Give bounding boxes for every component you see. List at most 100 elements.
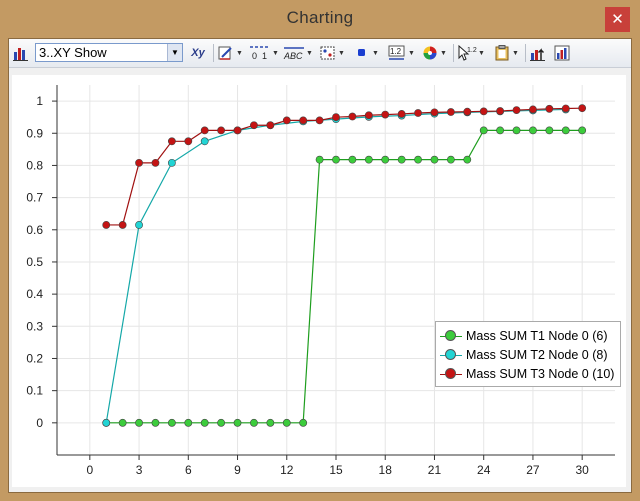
legend-item-series-2[interactable]: Mass SUM T2 Node 0 (8): [440, 345, 616, 364]
window-title: Charting: [286, 8, 354, 27]
chevron-down-icon[interactable]: ▼: [478, 50, 485, 57]
data-point: [151, 418, 160, 427]
data-point: [200, 126, 209, 135]
markers-button[interactable]: ▼: [319, 43, 345, 63]
data-point: [512, 106, 521, 114]
legend-label: Mass SUM T2 Node 0 (8): [466, 347, 608, 362]
chart-settings-button[interactable]: [553, 43, 571, 63]
data-point: [364, 155, 373, 164]
labels-button[interactable]: ABC ▼: [283, 43, 313, 63]
chart-legend[interactable]: Mass SUM T1 Node 0 (6) Mass SUM T2 Node …: [435, 321, 621, 387]
color-palette-button[interactable]: ▼: [421, 43, 447, 63]
data-point: [332, 155, 340, 164]
data-point: [184, 137, 193, 146]
y-tick-label: 1: [36, 94, 43, 108]
y-tick-label: 0.8: [26, 158, 43, 172]
data-point: [315, 116, 324, 125]
data-point: [200, 418, 209, 427]
point-style-button[interactable]: ▼: [353, 43, 379, 63]
data-point: [545, 126, 554, 135]
data-point: [561, 126, 570, 135]
y-tick-label: 0.7: [26, 191, 43, 205]
data-point: [381, 155, 390, 164]
data-point: [430, 108, 439, 117]
data-point: [561, 104, 570, 113]
xy-button[interactable]: Xy: [189, 43, 207, 63]
chevron-down-icon[interactable]: ▼: [372, 50, 379, 57]
chart-selector-dropdown[interactable]: 3..XY Show ▼: [35, 43, 183, 62]
markers-icon: [320, 46, 335, 60]
svg-text:0: 0: [252, 51, 257, 61]
x-tick-label: 21: [428, 463, 442, 477]
data-point: [250, 121, 258, 130]
chart-client-area: 3..XY Show ▼ Xy ▼ 0 1 ▼ ABC ▼ ▼ ▼ 1.2 ▼ …: [8, 38, 632, 493]
x-tick-label: 12: [280, 463, 294, 477]
data-point: [479, 107, 488, 116]
y-tick-label: 0.1: [26, 384, 43, 398]
x-tick-label: 3: [136, 463, 143, 477]
x-tick-label: 24: [477, 463, 491, 477]
y-tick-label: 0.9: [26, 126, 43, 140]
chart-settings-icon: [554, 45, 570, 61]
data-point: [348, 112, 357, 121]
toolbar-separator: [213, 44, 214, 62]
export-chart-icon: [530, 48, 545, 61]
chevron-down-icon[interactable]: ▼: [306, 50, 313, 57]
y-tick-label: 0.3: [26, 319, 43, 333]
clipboard-button[interactable]: ▼: [493, 43, 519, 63]
data-point: [250, 418, 258, 427]
data-point: [381, 110, 390, 119]
cursor-value-button[interactable]: 1.2 ▼: [457, 43, 485, 63]
axis-scale-icon: 0 1: [250, 46, 270, 61]
legend-item-series-3[interactable]: Mass SUM T3 Node 0 (10): [440, 364, 616, 383]
chevron-down-icon[interactable]: ▼: [272, 50, 279, 57]
chevron-down-icon[interactable]: ▼: [512, 50, 519, 57]
svg-text:1.2: 1.2: [390, 47, 402, 56]
data-point: [266, 121, 275, 130]
data-point: [282, 116, 291, 125]
data-point: [446, 155, 455, 164]
chevron-down-icon: ▼: [167, 44, 182, 61]
chart-plot-area[interactable]: 0 3 6 9 12 15 18 21 24 27 30 0 0.1 0.2 0.3 0.4 0.5 0.6 0.7…: [12, 75, 626, 487]
export-chart-button[interactable]: [529, 43, 547, 63]
data-point: [217, 418, 226, 427]
data-point: [414, 155, 422, 164]
data-point: [364, 111, 373, 120]
data-point: [135, 158, 143, 167]
legend-marker-icon: [440, 367, 462, 380]
data-point: [200, 137, 209, 146]
svg-text:1: 1: [262, 51, 267, 61]
axis-scale-button[interactable]: 0 1 ▼: [249, 43, 279, 63]
y-tick-label: 0.4: [26, 287, 43, 301]
x-tick-label: 6: [185, 463, 192, 477]
y-tick-label: 0.6: [26, 223, 43, 237]
title-bar[interactable]: Charting ✕: [0, 0, 640, 36]
data-point: [463, 155, 472, 164]
data-point: [578, 104, 587, 113]
data-point: [118, 418, 127, 427]
legend-item-series-1[interactable]: Mass SUM T1 Node 0 (6): [440, 326, 616, 345]
x-tick-label: 9: [234, 463, 241, 477]
decimal-button[interactable]: 1.2 ▼: [387, 43, 415, 63]
data-point: [266, 418, 275, 427]
chevron-down-icon[interactable]: ▼: [408, 50, 415, 57]
data-point: [118, 221, 127, 229]
data-point: [446, 108, 455, 116]
line-chart[interactable]: 0 3 6 9 12 15 18 21 24 27 30 0 0.1 0.2 0.3 0.4 0.5 0.6 0.7…: [12, 75, 626, 487]
series-line-3: [106, 107, 583, 226]
chevron-down-icon[interactable]: ▼: [440, 50, 447, 57]
edit-series-button[interactable]: ▼: [217, 43, 243, 63]
data-point: [578, 126, 587, 135]
data-point: [529, 126, 537, 135]
legend-label: Mass SUM T1 Node 0 (6): [466, 328, 608, 343]
data-point: [282, 418, 291, 427]
edit-series-icon: [218, 46, 232, 60]
cursor-value-icon: 1.2: [458, 44, 477, 61]
chevron-down-icon[interactable]: ▼: [338, 50, 345, 57]
chevron-down-icon[interactable]: ▼: [236, 50, 243, 57]
chart-type-button[interactable]: [12, 43, 30, 63]
data-point: [512, 126, 521, 135]
data-point: [545, 104, 554, 113]
svg-text:1.2: 1.2: [467, 47, 477, 54]
close-button[interactable]: ✕: [605, 7, 630, 32]
